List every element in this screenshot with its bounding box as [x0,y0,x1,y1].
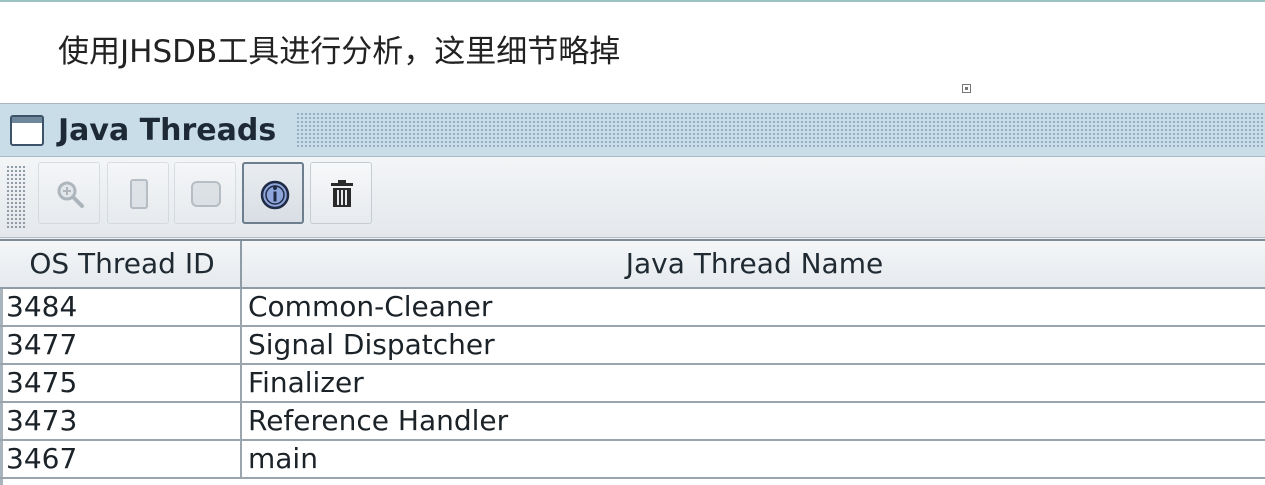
page: 使用JHSDB工具进行分析，这里细节略掉 Java Threads OS Thr… [0,0,1265,485]
table-header: OS Thread ID Java Thread Name [0,241,1265,289]
table-row[interactable]: 3477 Signal Dispatcher [0,327,1265,365]
table-row[interactable]: 3473 Reference Handler [0,403,1265,441]
toolbar-grip[interactable] [6,165,26,229]
os-thread-id-cell: 3477 [4,327,242,363]
small-square-marker [962,84,971,93]
delete-button[interactable] [310,162,372,224]
thread-info-button[interactable] [242,162,304,224]
java-threads-window: Java Threads OS Thread ID Java Thread Na… [0,103,1265,485]
window-title: Java Threads [58,113,277,148]
table-row[interactable]: 3475 Finalizer [0,365,1265,403]
top-divider [0,0,1265,2]
java-thread-name-cell: Finalizer [248,366,364,399]
table-row[interactable]: 3467 main [0,441,1265,479]
java-thread-name-cell: Common-Cleaner [248,290,493,323]
stack-memory-icon [130,179,148,209]
inspect-thread-button[interactable] [38,162,100,224]
threads-table: OS Thread ID Java Thread Name 3484 Commo… [0,239,1265,485]
java-thread-name-cell: Reference Handler [248,404,509,437]
table-row[interactable]: 3484 Common-Cleaner [0,289,1265,327]
os-thread-id-cell: 3484 [4,289,242,325]
window-titlebar[interactable]: Java Threads [0,104,1265,157]
stack-trace-icon [191,181,221,207]
os-thread-id-cell: 3473 [4,403,242,439]
column-header-os-thread-id[interactable]: OS Thread ID [4,241,242,287]
java-thread-name-cell: Signal Dispatcher [248,328,495,361]
os-thread-id-cell: 3475 [4,365,242,401]
stack-memory-button[interactable] [107,162,169,224]
window-icon [10,115,44,146]
java-thread-name-cell: main [248,442,318,475]
caption-text: 使用JHSDB工具进行分析，这里细节略掉 [58,34,621,70]
titlebar-texture [296,112,1265,148]
toolbar [0,157,1265,238]
trash-icon [331,180,353,207]
column-header-java-thread-name[interactable]: Java Thread Name [244,241,1265,287]
magnifier-plus-icon [57,181,84,208]
info-icon [260,180,290,210]
os-thread-id-cell: 3467 [4,441,242,477]
show-stack-trace-button[interactable] [174,162,236,224]
